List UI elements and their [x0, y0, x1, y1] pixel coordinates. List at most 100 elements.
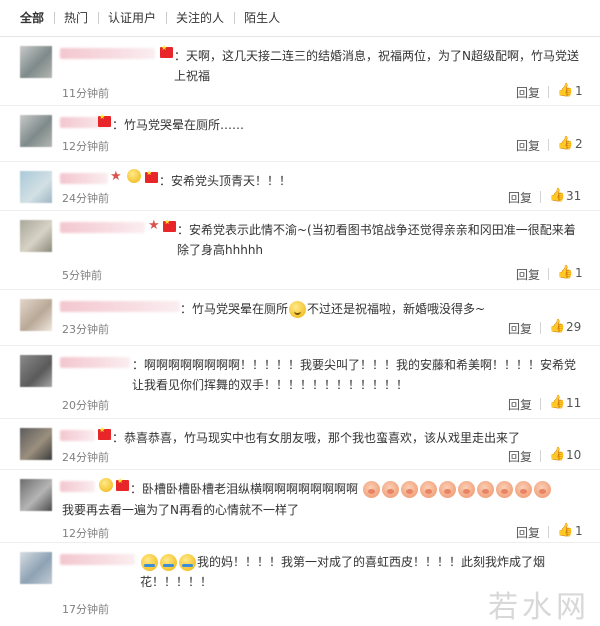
vip-star-icon: ★ [110, 169, 122, 184]
vip-star-icon: ★ [148, 218, 160, 233]
pig-emoji-icon [476, 481, 494, 498]
tab-following[interactable]: 关注的人 [166, 11, 234, 25]
pig-emoji-icon [457, 481, 475, 498]
comment-time: 23分钟前 [62, 323, 109, 336]
tab-verified-users[interactable]: 认证用户 [98, 11, 166, 25]
reply-button[interactable]: 回复 [508, 320, 532, 337]
comment-text-content: ：啊啊啊啊啊啊啊啊！！！！！我要尖叫了！！！我的安藤和希美啊！！！！安希党让我看… [132, 358, 577, 392]
pig-emoji-icon [419, 481, 437, 498]
comment-time: 24分钟前 [62, 192, 109, 205]
reply-button[interactable]: 回复 [508, 396, 532, 413]
username[interactable] [60, 173, 108, 184]
crying-emoji-icon [160, 554, 177, 571]
pig-emoji-icon [514, 481, 532, 498]
username[interactable] [60, 222, 145, 233]
comment-text-content: ：安希党表示此情不渝~(当初看图书馆战争还觉得亲亲和冈田准一很配来着除了身高hh… [177, 223, 576, 257]
reply-button[interactable]: 回复 [516, 524, 540, 541]
like-count: 1 [575, 524, 583, 538]
divider [540, 398, 541, 410]
pig-emoji-icon [400, 481, 418, 498]
username[interactable] [60, 481, 95, 492]
like-count: 31 [566, 189, 582, 203]
avatar[interactable] [20, 46, 52, 78]
pig-emoji-icon [495, 481, 513, 498]
divider [548, 268, 549, 280]
username[interactable] [60, 301, 180, 312]
avatar[interactable] [20, 479, 52, 511]
comment-item: ：天啊，这几天接二连三的结婚消息，祝福两位，为了N超级配啊，竹马党送上祝福 11… [0, 37, 600, 106]
username[interactable] [60, 430, 95, 441]
avatar[interactable] [20, 428, 52, 460]
reply-button[interactable]: 回复 [516, 137, 540, 154]
username[interactable] [60, 48, 155, 59]
comment-item: ★ ：安希党头顶青天！！！ 24分钟前 回复 👍 31 [0, 162, 600, 211]
reply-button[interactable]: 回复 [516, 266, 540, 283]
username[interactable] [60, 554, 135, 565]
thinking-emoji-icon [289, 301, 307, 318]
thumbs-up-icon[interactable]: 👍 [557, 265, 573, 280]
thumbs-up-icon[interactable]: 👍 [549, 447, 565, 462]
pig-emoji-icon [438, 481, 456, 498]
tab-hot[interactable]: 热门 [54, 11, 98, 25]
comment-text-content: ：竹马党哭晕在厕所…… [112, 118, 245, 132]
avatar[interactable] [20, 171, 52, 203]
avatar[interactable] [20, 220, 52, 252]
thumbs-up-icon[interactable]: 👍 [557, 83, 573, 98]
comment-text: ：安希党头顶青天！！！ [159, 171, 459, 191]
china-flag-icon [160, 44, 173, 58]
reply-button[interactable]: 回复 [508, 448, 532, 465]
comment-time: 5分钟前 [62, 269, 102, 282]
tab-all[interactable]: 全部 [14, 11, 54, 25]
like-count: 1 [575, 84, 583, 98]
comment-text: 我要再去看一遍为了N再看的心情就不一样了 [62, 500, 522, 520]
tab-strangers[interactable]: 陌生人 [234, 11, 290, 25]
comment-text: ：恭喜恭喜，竹马现实中也有女朋友哦，那个我也蛮喜欢，该从戏里走出来了 [112, 428, 582, 448]
like-count: 10 [566, 448, 582, 462]
comment-text-content: ：恭喜恭喜，竹马现实中也有女朋友哦，那个我也蛮喜欢，该从戏里走出来了 [112, 431, 521, 445]
thumbs-up-icon[interactable]: 👍 [557, 523, 573, 538]
avatar[interactable] [20, 355, 52, 387]
divider [548, 86, 549, 98]
avatar[interactable] [20, 115, 52, 147]
comment-text: ：竹马党哭晕在厕所…… [112, 115, 412, 135]
pig-emoji-icon [381, 481, 399, 498]
comment-time: 20分钟前 [62, 399, 109, 412]
china-flag-icon [163, 218, 176, 232]
comment-text: ：安希党表示此情不渝~(当初看图书馆战争还觉得亲亲和冈田准一很配来着除了身高hh… [177, 220, 587, 260]
thumbs-up-icon[interactable]: 👍 [549, 395, 565, 410]
comment-text-content: ：天啊，这几天接二连三的结婚消息，祝福两位，为了N超级配啊，竹马党送上祝福 [174, 49, 579, 83]
comment-text: ：卧槽卧槽卧槽老泪纵横啊啊啊啊啊啊啊啊 [130, 479, 590, 499]
comment-text-content: ：安希党头顶青天！！！ [159, 174, 292, 188]
reply-button[interactable]: 回复 [508, 189, 532, 206]
thumbs-up-icon[interactable]: 👍 [549, 188, 565, 203]
like-count: 29 [566, 320, 582, 334]
comment-time: 11分钟前 [62, 87, 109, 100]
comment-text: ：啊啊啊啊啊啊啊啊！！！！！我要尖叫了！！！我的安藤和希美啊！！！！安希党让我看… [132, 355, 587, 395]
comment-text: ：天啊，这几天接二连三的结婚消息，祝福两位，为了N超级配啊，竹马党送上祝福 [174, 46, 588, 86]
crying-emoji-icon [179, 554, 196, 571]
comment-text-content: 不过还是祝福啦，新婚哦没得多~ [307, 302, 486, 316]
avatar[interactable] [20, 299, 52, 331]
pig-emoji-icon [362, 481, 380, 498]
thumbs-up-icon[interactable]: 👍 [549, 319, 565, 334]
china-flag-icon [116, 477, 129, 491]
divider [540, 450, 541, 462]
comment-item: ：竹马党哭晕在厕所 不过还是祝福啦，新婚哦没得多~ 23分钟前 回复 👍 29 [0, 290, 600, 346]
comment-text-content: ：竹马党哭晕在厕所 [180, 302, 289, 316]
comment-time: 12分钟前 [62, 527, 109, 540]
comment-text-content: 我的妈！！！！我第一对成了的喜虹西皮！！！！此刻我炸成了烟花！！！！！ [140, 555, 546, 589]
reply-button[interactable]: 回复 [516, 84, 540, 101]
comment-item: ：啊啊啊啊啊啊啊啊！！！！！我要尖叫了！！！我的安藤和希美啊！！！！安希党让我看… [0, 346, 600, 419]
avatar[interactable] [20, 552, 52, 584]
comment-item: ★ ：安希党表示此情不渝~(当初看图书馆战争还觉得亲亲和冈田准一很配来着除了身高… [0, 211, 600, 290]
pig-emoji-icon [533, 481, 551, 498]
username[interactable] [60, 357, 130, 368]
comment-item: ：卧槽卧槽卧槽老泪纵横啊啊啊啊啊啊啊啊 我要再去看一遍为了N再看的心情就不一样了… [0, 470, 600, 543]
thumbs-up-icon[interactable]: 👍 [557, 136, 573, 151]
comment-text-content: ：卧槽卧槽卧槽老泪纵横啊啊啊啊啊啊啊啊 [130, 482, 359, 496]
like-count: 11 [566, 396, 582, 410]
comment-time: 12分钟前 [62, 140, 109, 153]
comment-filter-tabs: 全部 热门 认证用户 关注的人 陌生人 [0, 0, 600, 37]
comment-item: ：竹马党哭晕在厕所…… 12分钟前 回复 👍 2 [0, 106, 600, 162]
divider [548, 526, 549, 538]
